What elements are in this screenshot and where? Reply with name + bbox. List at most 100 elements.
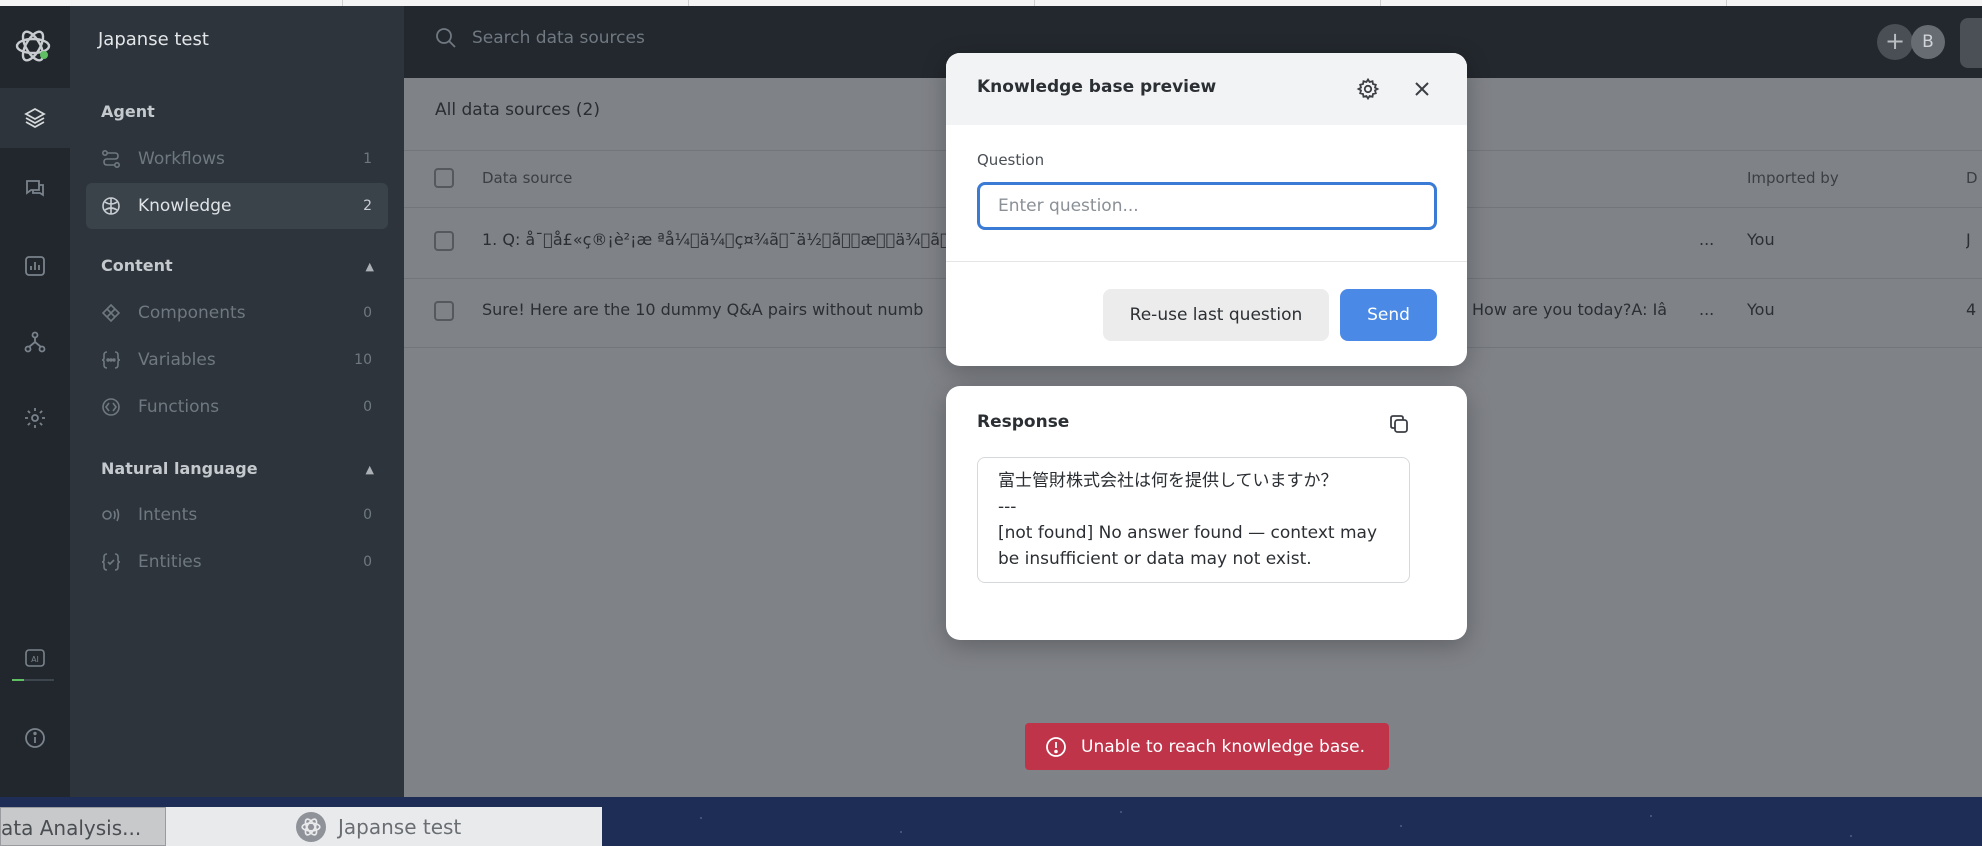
response-line: 富士管財株式会社は何を提供していますか？ bbox=[998, 471, 1338, 491]
send-button[interactable]: Send bbox=[1340, 289, 1437, 341]
ai-icon: AI bbox=[25, 649, 45, 667]
knowledge-preview-dialog: Knowledge base preview Question Re-use l… bbox=[946, 53, 1467, 366]
taskbar-tab-data-analysis[interactable]: ata Analysis... bbox=[0, 807, 166, 846]
sidebar: Japanse test Agent Workflows 1 Knowledge… bbox=[70, 6, 404, 797]
taskbar: ata Analysis... Japanse test bbox=[0, 797, 1982, 846]
response-line: --- bbox=[998, 497, 1017, 517]
sidebar-item-label: Functions bbox=[138, 397, 220, 417]
rail-settings-button[interactable] bbox=[0, 388, 70, 448]
gear-icon[interactable] bbox=[1356, 77, 1380, 101]
copy-icon[interactable] bbox=[1387, 412, 1411, 436]
analytics-icon bbox=[25, 256, 45, 276]
rail-analytics-button[interactable] bbox=[0, 236, 70, 296]
row-ellipsis: ... bbox=[1699, 300, 1715, 319]
sidebar-item-label: Workflows bbox=[138, 149, 225, 169]
search-input[interactable]: Search data sources bbox=[472, 28, 645, 48]
question-input[interactable] bbox=[977, 182, 1437, 230]
knowledge-icon bbox=[100, 195, 122, 217]
row-checkbox[interactable] bbox=[434, 231, 454, 251]
sidebar-item-count: 0 bbox=[363, 554, 372, 570]
sidebar-item-variables[interactable]: Variables 10 bbox=[86, 337, 388, 383]
sidebar-item-workflows[interactable]: Workflows 1 bbox=[86, 136, 388, 182]
rail-integrations-button[interactable] bbox=[0, 312, 70, 372]
collaborators: + B bbox=[1877, 24, 1947, 62]
sidebar-item-count: 0 bbox=[363, 305, 372, 321]
row-source: Sure! Here are the 10 dummy Q&A pairs wi… bbox=[482, 300, 924, 319]
sidebar-item-count: 0 bbox=[363, 507, 372, 523]
sidebar-item-intents[interactable]: Intents 0 bbox=[86, 492, 388, 538]
rail-data-button[interactable] bbox=[0, 88, 70, 148]
wallpaper-star bbox=[1400, 825, 1402, 827]
sidebar-item-functions[interactable]: Functions 0 bbox=[86, 384, 388, 430]
svg-text:AI: AI bbox=[31, 655, 39, 664]
layers-icon bbox=[24, 107, 46, 129]
project-name: Japanse test bbox=[98, 29, 209, 50]
rail-info-button[interactable] bbox=[0, 708, 70, 768]
column-header-extra[interactable]: D bbox=[1966, 169, 1978, 187]
functions-icon bbox=[100, 396, 122, 418]
wallpaper-star bbox=[700, 817, 702, 819]
response-title: Response bbox=[977, 412, 1070, 432]
select-all-checkbox[interactable] bbox=[434, 168, 454, 188]
column-header-data-source[interactable]: Data source bbox=[482, 169, 572, 187]
app-logo-icon[interactable] bbox=[13, 26, 53, 66]
row-extra: 4 bbox=[1966, 300, 1977, 319]
response-line: be insufficient or data may not exist. bbox=[998, 549, 1312, 569]
row-imported-by: You bbox=[1747, 230, 1775, 249]
search-bar[interactable]: Search data sources bbox=[434, 26, 645, 50]
app-window: AI Japanse test Agent Workflows 1 Knowle… bbox=[0, 6, 1982, 797]
sidebar-item-label: Intents bbox=[138, 505, 198, 525]
dialog-divider bbox=[946, 261, 1467, 262]
icon-rail: AI bbox=[0, 6, 70, 797]
sidebar-item-knowledge[interactable]: Knowledge 2 bbox=[86, 183, 388, 229]
avatar[interactable]: B bbox=[1911, 25, 1945, 59]
sidebar-item-label: Knowledge bbox=[138, 196, 232, 216]
search-icon bbox=[436, 28, 456, 48]
wallpaper-star bbox=[1120, 811, 1122, 813]
taskbar-tab-label: Japanse test bbox=[338, 814, 462, 839]
dialog-title: Knowledge base preview bbox=[977, 77, 1217, 97]
sidebar-item-label: Components bbox=[138, 303, 246, 323]
workflow-icon bbox=[100, 148, 122, 170]
collapse-content-icon[interactable]: ▲ bbox=[366, 260, 374, 273]
row-ellipsis: ... bbox=[1699, 230, 1715, 249]
sidebar-item-components[interactable]: Components 0 bbox=[86, 290, 388, 336]
column-header-imported-by[interactable]: Imported by bbox=[1747, 169, 1839, 187]
collapse-natural-language-icon[interactable]: ▲ bbox=[366, 463, 374, 476]
chat-icon bbox=[26, 180, 44, 197]
error-message: Unable to reach knowledge base. bbox=[1081, 736, 1365, 757]
add-collaborator-button[interactable]: + bbox=[1877, 24, 1913, 60]
row-extra: J bbox=[1966, 230, 1971, 249]
sidebar-item-entities[interactable]: Entities 0 bbox=[86, 539, 388, 585]
response-text: 富士管財株式会社は何を提供していますか？ --- [not found] No … bbox=[977, 457, 1410, 583]
header-action-button[interactable] bbox=[1960, 18, 1982, 68]
row-imported-by: You bbox=[1747, 300, 1775, 319]
integrations-icon bbox=[24, 331, 46, 353]
question-label: Question bbox=[977, 151, 1045, 169]
wallpaper-star bbox=[1850, 835, 1852, 837]
components-icon bbox=[100, 302, 122, 324]
row-source: 1. Q: åˉ å£«ç®¡è²¡æ ªå¼ ä¼ ç¤¾ã ¯ä½ ã  æ… bbox=[482, 230, 950, 249]
sidebar-item-count: 1 bbox=[363, 151, 372, 167]
sidebar-item-count: 2 bbox=[363, 198, 372, 214]
rail-progress-fill bbox=[12, 679, 24, 681]
sidebar-item-label: Entities bbox=[138, 552, 202, 572]
section-content: Content bbox=[101, 256, 173, 275]
section-agent: Agent bbox=[101, 102, 155, 121]
info-icon bbox=[25, 728, 45, 748]
table-title: All data sources (2) bbox=[435, 100, 600, 120]
rail-conversations-button[interactable] bbox=[0, 158, 70, 218]
dialog-header: Knowledge base preview bbox=[946, 53, 1467, 125]
response-line: [not found] No answer found — context ma… bbox=[998, 523, 1378, 543]
error-toast: Unable to reach knowledge base. bbox=[1025, 723, 1389, 770]
gear-icon bbox=[25, 408, 45, 428]
rail-progress bbox=[12, 679, 54, 681]
wallpaper-star bbox=[1650, 815, 1652, 817]
response-panel: Response 富士管財株式会社は何を提供していますか？ --- [not f… bbox=[946, 386, 1467, 640]
close-icon[interactable] bbox=[1412, 79, 1432, 99]
variables-icon bbox=[100, 349, 122, 371]
section-natural-language: Natural language bbox=[101, 459, 258, 478]
taskbar-tab-japanse-test[interactable]: Japanse test bbox=[166, 807, 602, 846]
row-checkbox[interactable] bbox=[434, 301, 454, 321]
reuse-last-question-button[interactable]: Re-use last question bbox=[1103, 289, 1329, 341]
